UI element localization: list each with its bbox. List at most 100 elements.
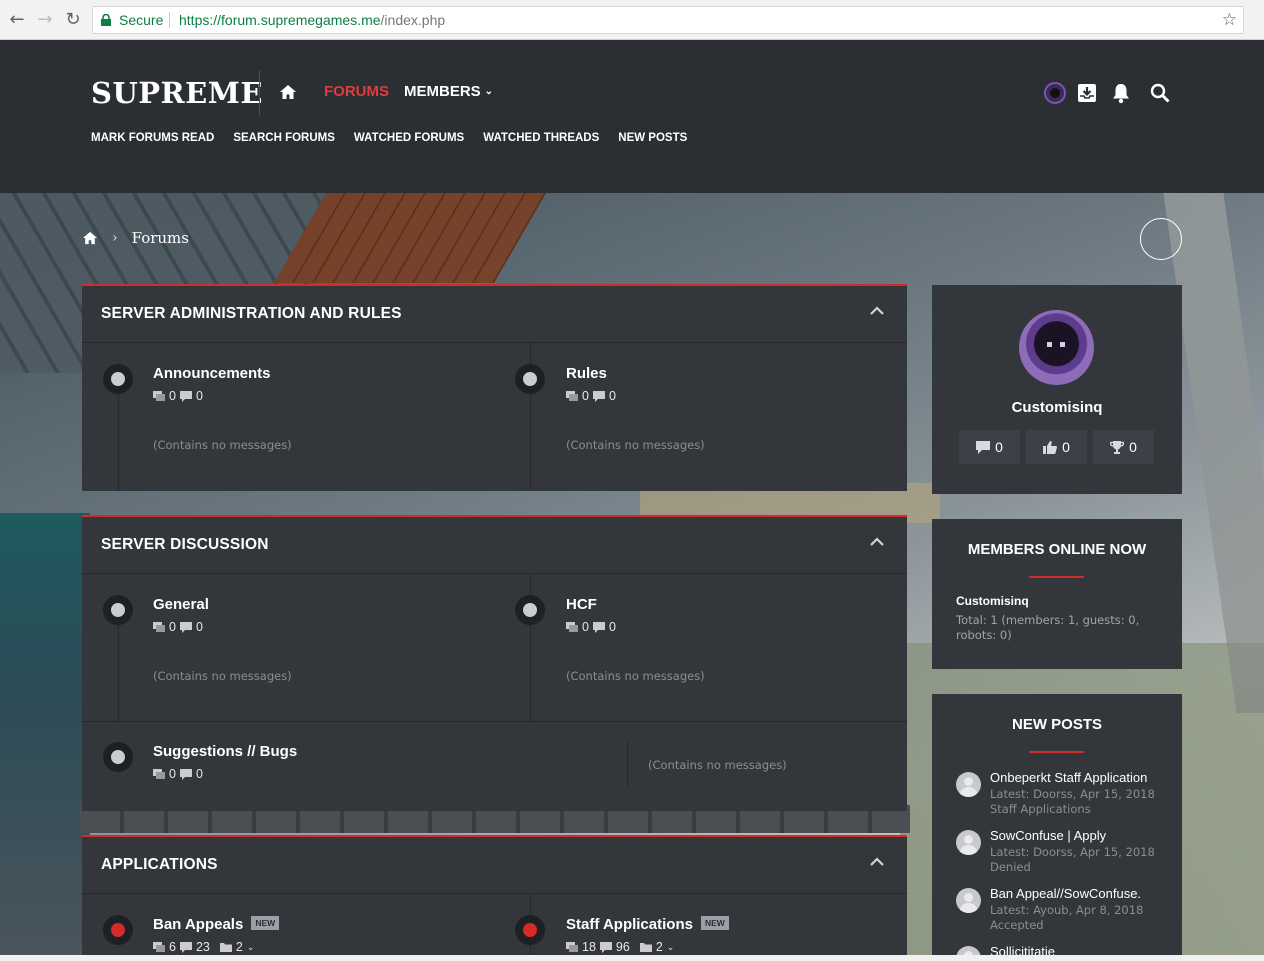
search-forums-link[interactable]: SEARCH FORUMS — [233, 132, 335, 144]
node-title-ban-appeals[interactable]: Ban Appeals NEW — [153, 916, 280, 933]
breadcrumb-current[interactable]: Forums — [132, 229, 189, 247]
profile-username[interactable]: Customisinq — [932, 399, 1182, 416]
avatar[interactable] — [1019, 310, 1094, 385]
nav-members[interactable]: MEMBERS ⌄ — [404, 83, 493, 100]
chevron-up-icon[interactable] — [869, 304, 885, 316]
node-status-icon — [515, 595, 545, 625]
category-header: SERVER ADMINISTRATION AND RULES — [82, 286, 907, 343]
lock-icon — [101, 14, 111, 26]
thread-count: 0 — [169, 620, 176, 634]
node-status-icon — [103, 595, 133, 625]
list-item[interactable]: Onbeperkt Staff Application Latest: Door… — [956, 770, 1166, 820]
sub-navigation: MARK FORUMS READ SEARCH FORUMS WATCHED F… — [91, 132, 687, 144]
mark-forums-read-link[interactable]: MARK FORUMS READ — [91, 132, 214, 144]
profile-stats: 0 0 0 — [959, 430, 1154, 464]
category-title[interactable]: SERVER ADMINISTRATION AND RULES — [101, 305, 402, 323]
messages-icon — [179, 941, 192, 953]
post-meta: Latest: Ayoub, Apr 8, 2018 Accepted — [990, 903, 1143, 933]
widget-title: MEMBERS ONLINE NOW — [967, 541, 1147, 558]
category-header: APPLICATIONS — [82, 837, 907, 894]
thread-count: 0 — [169, 389, 176, 403]
star-icon[interactable]: ☆ — [1222, 7, 1237, 33]
thread-count: 0 — [582, 389, 589, 403]
url-text[interactable]: https://forum.supremegames.me/index.php — [179, 7, 445, 33]
widget-title: NEW POSTS — [1011, 716, 1102, 733]
post-latest: Latest: Doorss, Apr 15, 2018 — [990, 787, 1155, 801]
messages-icon — [976, 440, 991, 454]
post-title[interactable]: Onbeperkt Staff Application — [990, 770, 1147, 785]
node-stats: 0 0 — [566, 389, 620, 403]
node-title-hcf[interactable]: HCF — [566, 596, 597, 613]
node-title-text: Ban Appeals — [153, 916, 244, 933]
chevron-up-icon[interactable] — [869, 855, 885, 867]
site-logo[interactable]: SUPREME — [91, 76, 263, 110]
node-empty-text: (Contains no messages) — [153, 438, 292, 452]
messages-count: 0 — [995, 439, 1003, 455]
post-latest: Latest: Ayoub, Apr 8, 2018 — [990, 903, 1144, 917]
thread-count: 6 — [169, 940, 176, 954]
watched-threads-link[interactable]: WATCHED THREADS — [483, 132, 599, 144]
forward-icon[interactable]: → — [34, 9, 56, 31]
post-meta: Latest: Doorss, Apr 15, 2018 Staff Applic… — [990, 787, 1155, 817]
post-forum[interactable]: Accepted — [990, 918, 1143, 933]
bell-icon[interactable] — [1110, 82, 1132, 104]
category-server-discussion: SERVER DISCUSSION General 0 0 (Contains … — [82, 515, 907, 811]
chevron-up-icon[interactable] — [869, 535, 885, 547]
messages-icon — [592, 390, 605, 402]
site-header: SUPREME FORUMS MEMBERS ⌄ MARK FORUMS READ… — [0, 40, 1264, 193]
node-stats: 18 96 2 ⌄ — [566, 940, 674, 954]
node-line — [118, 624, 119, 721]
category-server-administration: SERVER ADMINISTRATION AND RULES Announce… — [82, 284, 907, 491]
message-count: 96 — [615, 940, 630, 954]
search-icon[interactable] — [1149, 82, 1171, 104]
node-stats: 0 0 — [153, 620, 207, 634]
folder-icon — [639, 942, 652, 952]
avatar[interactable] — [1044, 82, 1066, 104]
node-title-general[interactable]: General — [153, 596, 209, 613]
new-posts-link[interactable]: NEW POSTS — [618, 132, 687, 144]
home-icon[interactable] — [82, 231, 98, 245]
title-underline — [1029, 751, 1084, 753]
folder-icon — [219, 942, 232, 952]
nav-forums[interactable]: FORUMS — [324, 83, 389, 100]
node-title-text: Staff Applications — [566, 916, 693, 933]
category-title[interactable]: SERVER DISCUSSION — [101, 536, 269, 554]
node-title-announcements[interactable]: Announcements — [153, 365, 271, 382]
category-title[interactable]: APPLICATIONS — [101, 856, 218, 874]
node-title-rules[interactable]: Rules — [566, 365, 607, 382]
subforum-count[interactable]: 2 — [236, 940, 243, 954]
node-status-icon — [103, 742, 133, 772]
back-icon[interactable]: ← — [6, 9, 28, 31]
row-divider — [82, 721, 907, 722]
home-icon[interactable] — [279, 84, 297, 100]
new-badge: NEW — [700, 916, 729, 930]
watched-forums-link[interactable]: WATCHED FORUMS — [354, 132, 464, 144]
reload-icon[interactable]: ↻ — [62, 9, 84, 31]
node-stats: 0 0 — [153, 389, 207, 403]
chevron-down-icon[interactable]: ⌄ — [247, 942, 255, 953]
post-title[interactable]: Ban Appeal//SowConfuse. — [990, 886, 1141, 901]
list-item[interactable]: Ban Appeal//SowConfuse. Latest: Ayoub, A… — [956, 886, 1166, 936]
post-title[interactable]: SowConfuse | Apply — [990, 828, 1106, 843]
node-title-suggestions-bugs[interactable]: Suggestions // Bugs — [153, 743, 297, 760]
style-chooser-button[interactable] — [1140, 218, 1182, 260]
post-forum[interactable]: Staff Applications — [990, 802, 1155, 817]
online-member[interactable]: Customisinq — [956, 594, 1029, 608]
chevron-right-icon: › — [112, 230, 118, 246]
profile-widget: Customisinq 0 0 0 — [932, 285, 1182, 494]
message-count: 0 — [195, 620, 203, 634]
post-forum[interactable]: Denied — [990, 860, 1155, 875]
inbox-icon[interactable] — [1076, 82, 1098, 104]
chevron-down-icon[interactable]: ⌄ — [667, 942, 675, 953]
message-count: 23 — [195, 940, 210, 954]
address-divider — [169, 12, 170, 28]
post-latest: Latest: Doorss, Apr 15, 2018 — [990, 845, 1155, 859]
avatar — [956, 888, 981, 913]
list-item[interactable]: SowConfuse | Apply Latest: Doorss, Apr 1… — [956, 828, 1166, 878]
thread-count: 18 — [582, 940, 596, 954]
messages-icon — [179, 390, 192, 402]
node-title-staff-applications[interactable]: Staff Applications NEW — [566, 916, 729, 933]
likes-stat: 0 — [1026, 430, 1087, 464]
address-bar[interactable]: Secure https://forum.supremegames.me/ind… — [92, 6, 1244, 34]
subforum-count[interactable]: 2 — [656, 940, 663, 954]
